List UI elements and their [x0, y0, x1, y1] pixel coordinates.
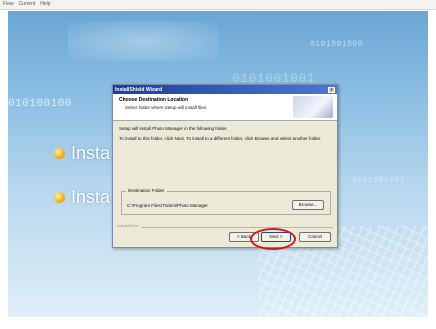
- wizard-graphic-icon: [293, 96, 333, 118]
- dialog-body: Setup will install Photo Manager in the …: [113, 121, 337, 242]
- instruction-text: Setup will install Photo Manager in the …: [119, 126, 228, 131]
- footer-divider: [117, 227, 333, 228]
- dialog-titlebar[interactable]: InstallShield Wizard x: [113, 85, 337, 94]
- slide-bullet: Insta: [54, 187, 110, 208]
- menu-bar: Fiew Current Help: [0, 0, 436, 10]
- bullet-dot-icon: [54, 148, 65, 159]
- footer-brand-label: InstallShield: [117, 223, 141, 228]
- group-label: Destination Folder: [126, 188, 167, 193]
- dialog-title: InstallShield Wizard: [115, 86, 163, 93]
- bullet-text: Insta: [71, 187, 111, 207]
- background-glow: [68, 21, 218, 61]
- browse-button[interactable]: Browse...: [292, 200, 324, 210]
- destination-path: C:\Program Files\Trident\Photo Manager: [127, 203, 208, 208]
- annotation-circle: [250, 228, 296, 250]
- destination-folder-group: Destination Folder C:\Program Files\Trid…: [121, 188, 331, 215]
- dialog-header: Choose Destination Location Select folde…: [113, 94, 337, 121]
- installshield-dialog: InstallShield Wizard x Choose Destinatio…: [112, 84, 338, 248]
- bullet-text: Insta: [71, 143, 111, 163]
- binary-text: 0101001001: [352, 176, 406, 185]
- instruction-text: To install to this folder, click Next. T…: [119, 136, 322, 141]
- binary-text: 0101001000: [310, 40, 364, 49]
- menu-item-file[interactable]: Fiew: [3, 2, 14, 7]
- screenshot-frame: Fiew Current Help 0101001000 010100100 0…: [0, 0, 436, 329]
- cancel-button[interactable]: Cancel: [299, 232, 331, 242]
- slide-bullet: Insta: [54, 143, 110, 164]
- binary-text: 010100100: [8, 98, 72, 110]
- close-icon[interactable]: x: [328, 86, 335, 93]
- bullet-dot-icon: [54, 192, 65, 203]
- menu-item-current[interactable]: Current: [19, 2, 36, 7]
- menu-item-help[interactable]: Help: [40, 2, 50, 7]
